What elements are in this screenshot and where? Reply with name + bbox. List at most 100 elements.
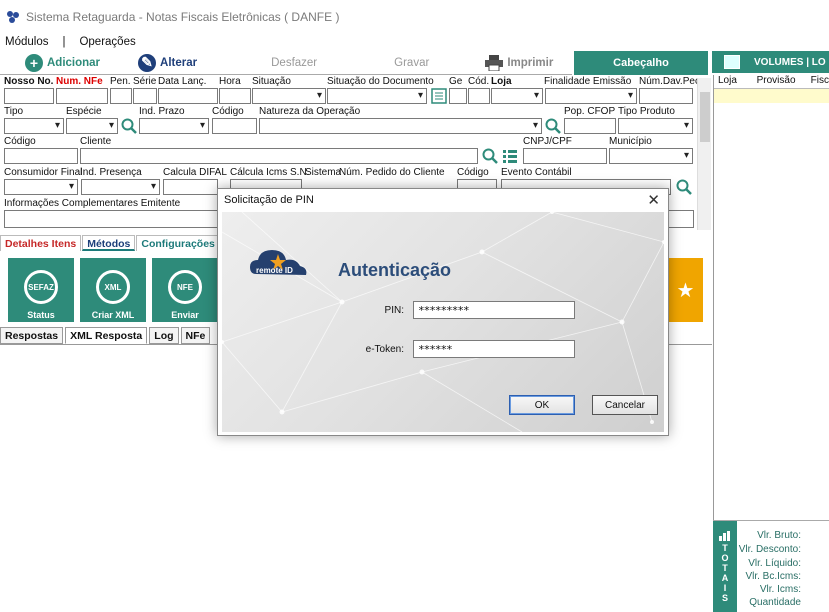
- label-cod: Cód.: [468, 76, 490, 87]
- pop-cfop-field[interactable]: [564, 118, 616, 134]
- edit-button[interactable]: ✎ Alterar: [138, 52, 197, 74]
- save-button[interactable]: Gravar: [394, 52, 429, 74]
- col-loja[interactable]: Loja: [714, 75, 753, 88]
- data-lanc-field[interactable]: [158, 88, 218, 104]
- totais-letter: I: [723, 583, 727, 593]
- favorite-star-icon[interactable]: ★: [668, 258, 703, 322]
- loja-select[interactable]: [491, 88, 543, 104]
- codigo-cliente-field[interactable]: [4, 148, 78, 164]
- totais-bar: T O T A I S: [713, 521, 737, 612]
- dialog-title: Solicitação de PIN: [218, 189, 668, 211]
- menu-modulos[interactable]: Módulos: [5, 36, 48, 48]
- num-nfe-field[interactable]: [56, 88, 108, 104]
- codigo-natureza-field[interactable]: [212, 118, 257, 134]
- natureza-select[interactable]: [259, 118, 542, 134]
- nosso-no-field[interactable]: [4, 88, 54, 104]
- ind-presenca-select[interactable]: [81, 179, 160, 195]
- tab-xml-resposta[interactable]: XML Resposta: [65, 327, 148, 344]
- hora-field[interactable]: [219, 88, 251, 104]
- cod-field[interactable]: [468, 88, 490, 104]
- col-fisc[interactable]: Fisc: [807, 75, 829, 88]
- consumidor-final-select[interactable]: [4, 179, 78, 195]
- num-dav-field[interactable]: [639, 88, 693, 104]
- pen-field[interactable]: [110, 88, 132, 104]
- app-icon: [7, 11, 19, 23]
- enviar-button-label: Enviar: [171, 310, 199, 320]
- status-button[interactable]: SEFAZ Status: [8, 258, 74, 322]
- col-provisao[interactable]: Provisão: [753, 75, 807, 88]
- tab-nfe[interactable]: NFe: [180, 327, 211, 344]
- municipio-select[interactable]: [609, 148, 693, 164]
- form-scrollbar[interactable]: [697, 78, 711, 230]
- close-icon[interactable]: ✕: [647, 191, 660, 209]
- label-serie: Série: [133, 76, 157, 87]
- menu-operacoes[interactable]: Operações: [79, 36, 135, 48]
- calcula-difal-field[interactable]: [163, 179, 218, 195]
- edit-button-label: Alterar: [160, 56, 198, 69]
- tab-configuracoes[interactable]: Configurações: [136, 235, 220, 251]
- tipo-select[interactable]: [4, 118, 64, 134]
- tab-metodos[interactable]: Métodos: [82, 235, 136, 251]
- label-calcula-difal: Calcula DIFAL: [163, 167, 227, 178]
- situacao-select[interactable]: [252, 88, 326, 104]
- situacao-documento-select[interactable]: [327, 88, 427, 104]
- save-button-label: Gravar: [394, 56, 430, 69]
- volumes-grid: Loja Provisão Fisc: [713, 75, 829, 520]
- totais-panel: T O T A I S Vlr. Bruto: Vlr. Desconto: V…: [713, 520, 829, 612]
- tab-volumes-label: VOLUMES | LO: [754, 56, 826, 68]
- etoken-input[interactable]: ******: [413, 340, 575, 358]
- undo-button[interactable]: Desfazer: [271, 52, 317, 74]
- pin-input[interactable]: *********: [413, 301, 575, 319]
- label-info-complementares: Informações Complementares Emitente: [4, 198, 181, 209]
- tab-log[interactable]: Log: [149, 327, 179, 344]
- sefaz-icon: SEFAZ: [24, 270, 58, 304]
- enviar-button[interactable]: NFE Enviar: [152, 258, 218, 322]
- search-cliente-icon[interactable]: [482, 148, 498, 164]
- print-button[interactable]: Imprimir: [485, 52, 553, 74]
- totais-letter: S: [721, 593, 728, 603]
- remote-id-logo: [250, 250, 307, 275]
- list-cliente-icon[interactable]: [502, 148, 518, 164]
- label-municipio: Município: [609, 136, 652, 147]
- tab-volumes[interactable]: VOLUMES | LO: [712, 51, 829, 73]
- nfe-icon: NFE: [168, 270, 202, 304]
- status-button-label: Status: [27, 310, 55, 320]
- vlr-bruto-label: Vlr. Bruto:: [757, 530, 801, 541]
- logo-text: remote ID: [256, 266, 293, 275]
- label-num-pedido: Núm. Pedido do Cliente: [339, 167, 445, 178]
- tab-respostas[interactable]: Respostas: [0, 327, 64, 344]
- label-codigo-natureza: Código: [212, 106, 244, 117]
- window-title: Sistema Retaguarda - Notas Fiscais Eletr…: [26, 10, 340, 24]
- cliente-field[interactable]: [80, 148, 478, 164]
- search-natureza-icon[interactable]: [545, 118, 561, 134]
- especie-select[interactable]: [66, 118, 118, 134]
- cancel-button[interactable]: Cancelar: [592, 395, 658, 415]
- scrollbar-thumb[interactable]: [700, 92, 710, 142]
- totais-letter: A: [721, 573, 729, 583]
- tipo-produto-select[interactable]: [618, 118, 693, 134]
- window-titlebar: Sistema Retaguarda - Notas Fiscais Eletr…: [0, 0, 829, 34]
- finalidade-select[interactable]: [545, 88, 637, 104]
- serie-field[interactable]: [133, 88, 157, 104]
- search-icon[interactable]: [121, 118, 137, 134]
- label-especie: Espécie: [66, 106, 102, 117]
- label-hora: Hora: [219, 76, 241, 87]
- vlr-icms-label: Vlr. Icms:: [759, 584, 801, 595]
- method-buttons: SEFAZ Status XML Criar XML NFE Enviar: [8, 258, 224, 322]
- pin-dialog: Solicitação de PIN ✕ remote ID Autentica…: [217, 188, 669, 436]
- ind-prazo-select[interactable]: [139, 118, 209, 134]
- add-button[interactable]: + Adicionar: [25, 52, 100, 74]
- label-tipo: Tipo: [4, 106, 24, 117]
- criar-xml-button[interactable]: XML Criar XML: [80, 258, 146, 322]
- list-icon[interactable]: [431, 88, 447, 104]
- tab-cabecalho[interactable]: Cabeçalho: [574, 51, 708, 75]
- printer-icon: [485, 54, 504, 71]
- grid-selected-row[interactable]: [714, 89, 829, 103]
- search-evento-icon[interactable]: [676, 179, 692, 195]
- tab-detalhes-itens[interactable]: Detalhes Itens: [0, 235, 82, 251]
- menu-separator: |: [62, 36, 66, 48]
- ge-field[interactable]: [449, 88, 467, 104]
- add-button-label: Adicionar: [47, 56, 101, 69]
- cnpj-cpf-field[interactable]: [523, 148, 607, 164]
- ok-button[interactable]: OK: [509, 395, 575, 415]
